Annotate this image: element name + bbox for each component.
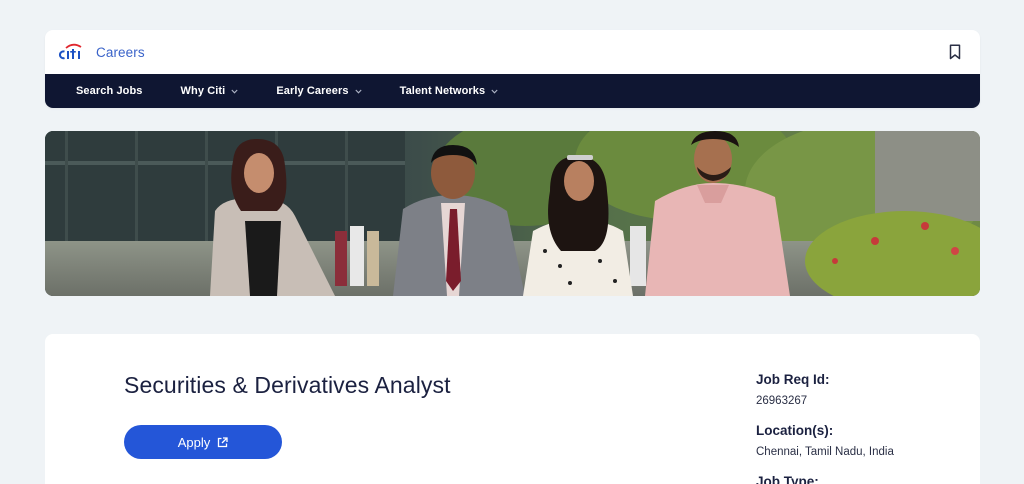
chevron-down-icon — [354, 89, 362, 94]
chevron-down-icon — [491, 89, 498, 94]
chevron-down-icon — [231, 89, 238, 94]
citi-logo-mark — [59, 43, 82, 60]
job-title: Securities & Derivatives Analyst — [124, 372, 451, 398]
hero-illustration — [45, 131, 980, 296]
main-nav: Search Jobs Why Citi Early Careers Talen… — [45, 74, 980, 108]
meta-label: Job Req Id: — [756, 372, 830, 387]
nav-item-early-careers[interactable]: Early Careers — [276, 85, 362, 97]
page: Careers Search Jobs Why Citi Early Caree… — [0, 0, 1024, 484]
nav-item-label: Search Jobs — [76, 85, 143, 97]
hero-banner-image — [45, 131, 980, 296]
meta-job-type: Job Type: — [756, 474, 966, 484]
apply-button[interactable]: Apply — [124, 425, 282, 459]
meta-label: Location(s): — [756, 423, 834, 438]
external-link-icon — [217, 436, 228, 448]
bookmark-icon — [949, 44, 961, 60]
job-meta: Job Req Id: 26963267 Location(s): Chenna… — [756, 372, 966, 484]
meta-value: Chennai, Tamil Nadu, India — [756, 446, 894, 458]
meta-label: Job Type: — [756, 474, 819, 484]
site-header: Careers Search Jobs Why Citi Early Caree… — [45, 30, 980, 108]
nav-item-search-jobs[interactable]: Search Jobs — [76, 85, 143, 97]
nav-item-talent-networks[interactable]: Talent Networks — [400, 85, 499, 97]
nav-item-label: Talent Networks — [399, 85, 486, 97]
citi-logo[interactable] — [57, 40, 84, 64]
nav-item-label: Why Citi — [180, 85, 226, 97]
meta-locations: Location(s): Chennai, Tamil Nadu, India — [756, 423, 966, 459]
bookmark-button[interactable] — [946, 42, 964, 62]
apply-label: Apply — [177, 434, 211, 450]
job-detail-card: Securities & Derivatives Analyst Apply J… — [45, 334, 980, 484]
meta-value: 26963267 — [756, 395, 808, 407]
top-bar: Careers — [45, 30, 980, 74]
careers-link[interactable]: Careers — [96, 45, 145, 60]
nav-item-why-citi[interactable]: Why Citi — [181, 85, 239, 97]
meta-job-req-id: Job Req Id: 26963267 — [756, 372, 966, 408]
nav-item-label: Early Careers — [276, 85, 349, 97]
